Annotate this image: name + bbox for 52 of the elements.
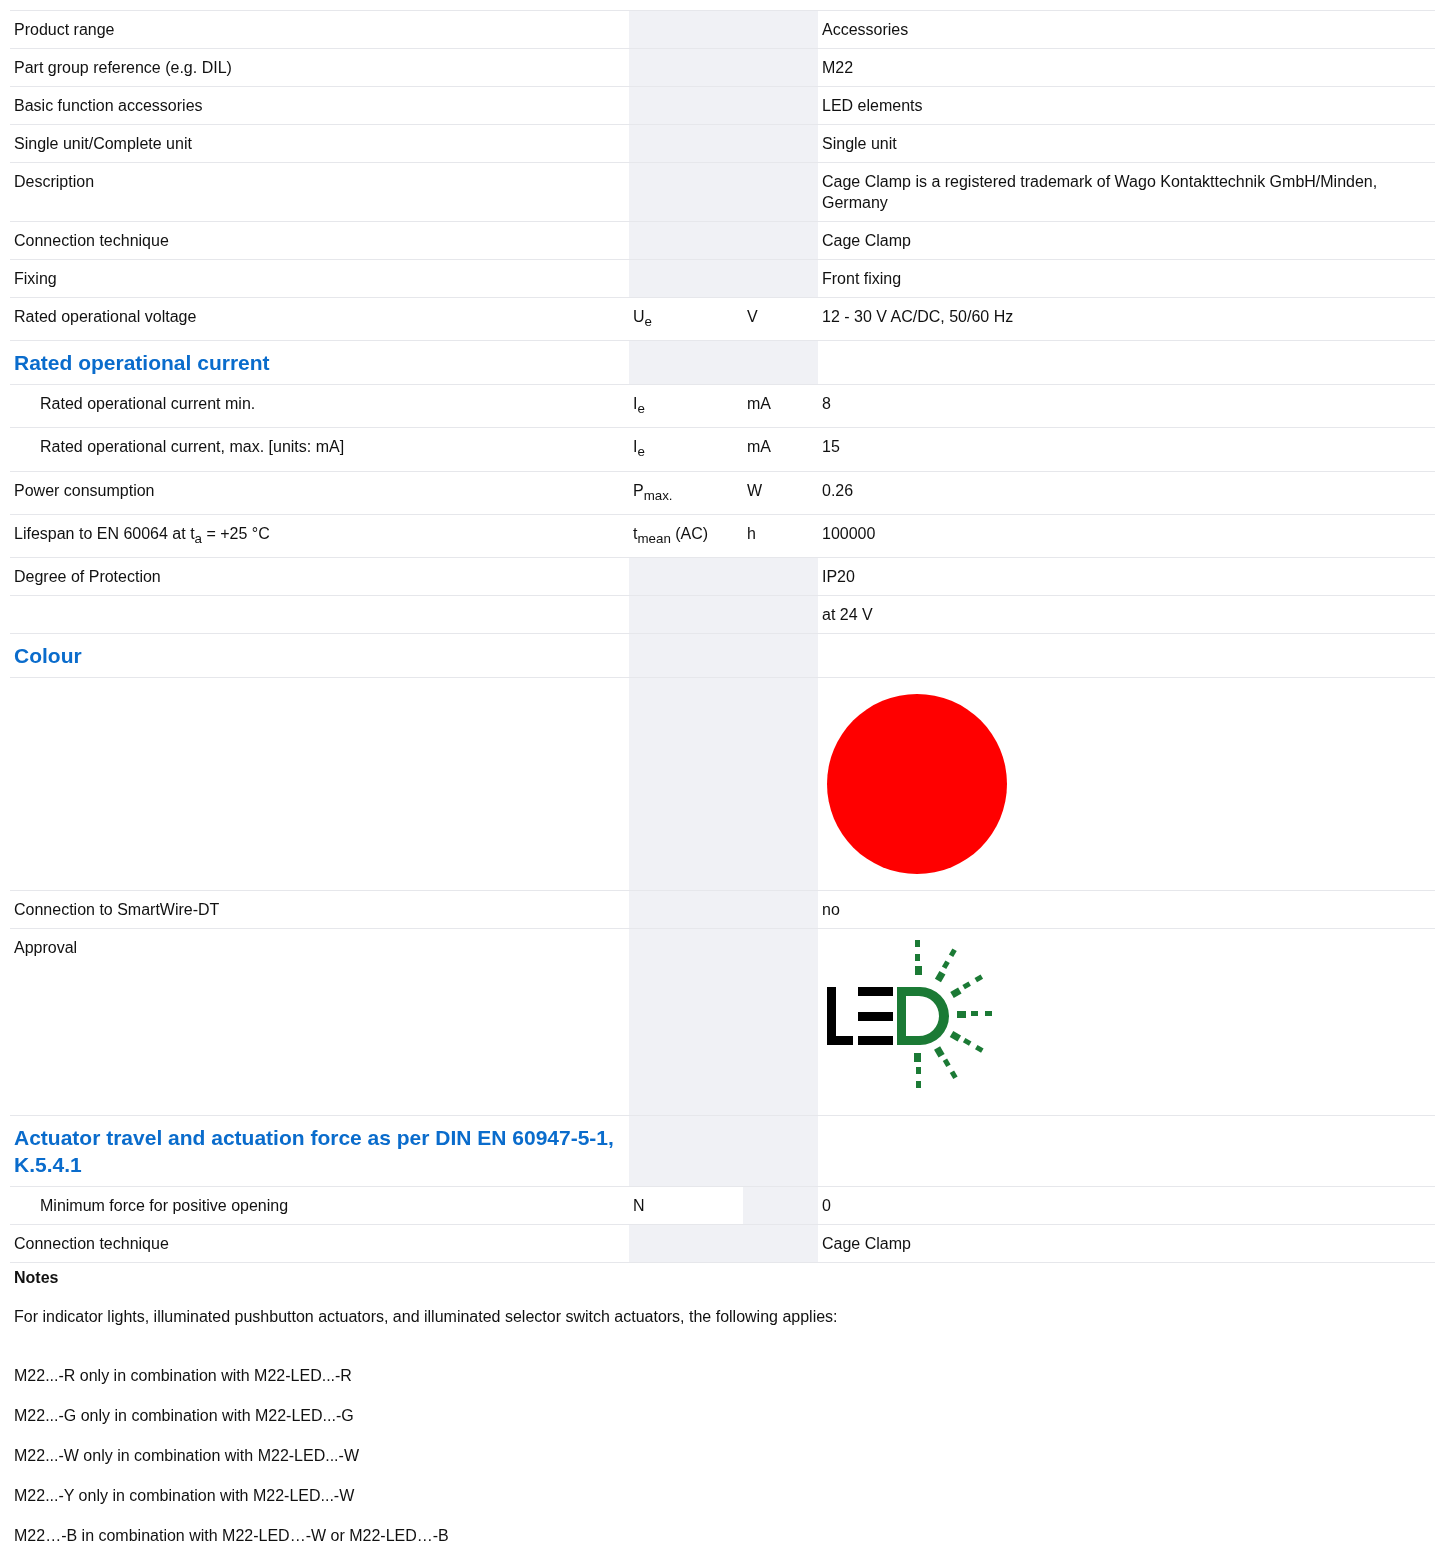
property-label: Rated operational current, max. [units: mA]: [40, 437, 345, 458]
unit-cell-text: W: [747, 480, 763, 501]
symbol-cell-text: P$_{max.}$: [633, 480, 673, 505]
unit-cell-text: V: [747, 307, 758, 327]
symbol-cell-text: U$_{e}$: [633, 307, 652, 332]
property-label: Minimum force for positive opening: [40, 1195, 289, 1216]
value-cell-text: Cage Clamp is a registered trademark of Wago Kontakttechnik GmbH/Minden, Germany: [822, 172, 1379, 213]
value-cell-text: Single unit: [822, 134, 897, 154]
note-line: M22...-R only in combination with M22-LED...-R: [14, 1365, 353, 1386]
symbol-cell-text: I$_{e}$: [633, 437, 645, 462]
property-label: Rated operational current min.: [40, 394, 256, 415]
unit-cell-text: h: [747, 523, 756, 544]
value-cell-text: Cage Clamp: [822, 1233, 911, 1254]
value-cell-text: 0: [822, 1195, 831, 1216]
property-label: Part group reference (e.g. DIL): [14, 58, 232, 78]
notes-paragraph: For indicator lights, illuminated pushbutton actuators, and illuminated selector switch actuators, the following applies:: [14, 1306, 839, 1327]
value-cell-text: 8: [822, 394, 831, 415]
note-line: M22…-B in combination with M22-LED…-W or M22-LED…-B: [14, 1525, 450, 1546]
note-line: M22...-G only in combination with M22-LED...-G: [14, 1405, 355, 1426]
property-label: Approval: [14, 937, 78, 958]
note-line: M22...-Y only in combination with M22-LED...-W: [14, 1485, 356, 1506]
property-label: Degree of Protection: [14, 566, 161, 587]
property-label: Connection technique: [14, 1233, 169, 1254]
value-cell-text: no: [822, 899, 840, 920]
property-label: Fixing: [14, 269, 57, 289]
property-label: Connection technique: [14, 231, 169, 251]
symbol-cell-text: t$_{mean}$ (AC): [633, 523, 709, 548]
symbol-cell-text: N: [633, 1195, 645, 1216]
value-cell-text: M22: [822, 58, 854, 78]
notes-title: Notes: [14, 1267, 60, 1288]
property-label: Single unit/Complete unit: [14, 134, 192, 154]
value-cell-text: 12 - 30 V AC/DC, 50/60 Hz: [822, 307, 1014, 327]
symbol-cell-text: I$_{e}$: [633, 394, 645, 419]
value-cell-text: 0.26: [822, 480, 854, 501]
property-label: Description: [14, 172, 95, 192]
property-label: Product range: [14, 20, 115, 40]
property-label: Connection to SmartWire-DT: [14, 899, 220, 920]
value-cell-text: LED elements: [822, 96, 923, 116]
property-label: Power consumption: [14, 480, 155, 501]
value-cell-text: 15: [822, 437, 840, 458]
note-line: M22...-W only in combination with M22-LED...-W: [14, 1445, 360, 1466]
value-cell-text: Accessories: [822, 20, 909, 40]
value-cell-text: at 24 V: [822, 604, 873, 625]
property-label: Basic function accessories: [14, 96, 203, 116]
unit-cell-text: mA: [747, 437, 771, 458]
unit-cell-text: mA: [747, 394, 771, 415]
value-cell-text: 100000: [822, 523, 876, 544]
value-cell-text: Front fixing: [822, 269, 902, 289]
value-cell-text: Cage Clamp: [822, 231, 911, 251]
value-cell-text: IP20: [822, 566, 855, 587]
property-label: Rated operational voltage: [14, 307, 197, 327]
property-label: Lifespan to EN 60064 at t$_{a}$ = +25 °C: [14, 523, 270, 548]
